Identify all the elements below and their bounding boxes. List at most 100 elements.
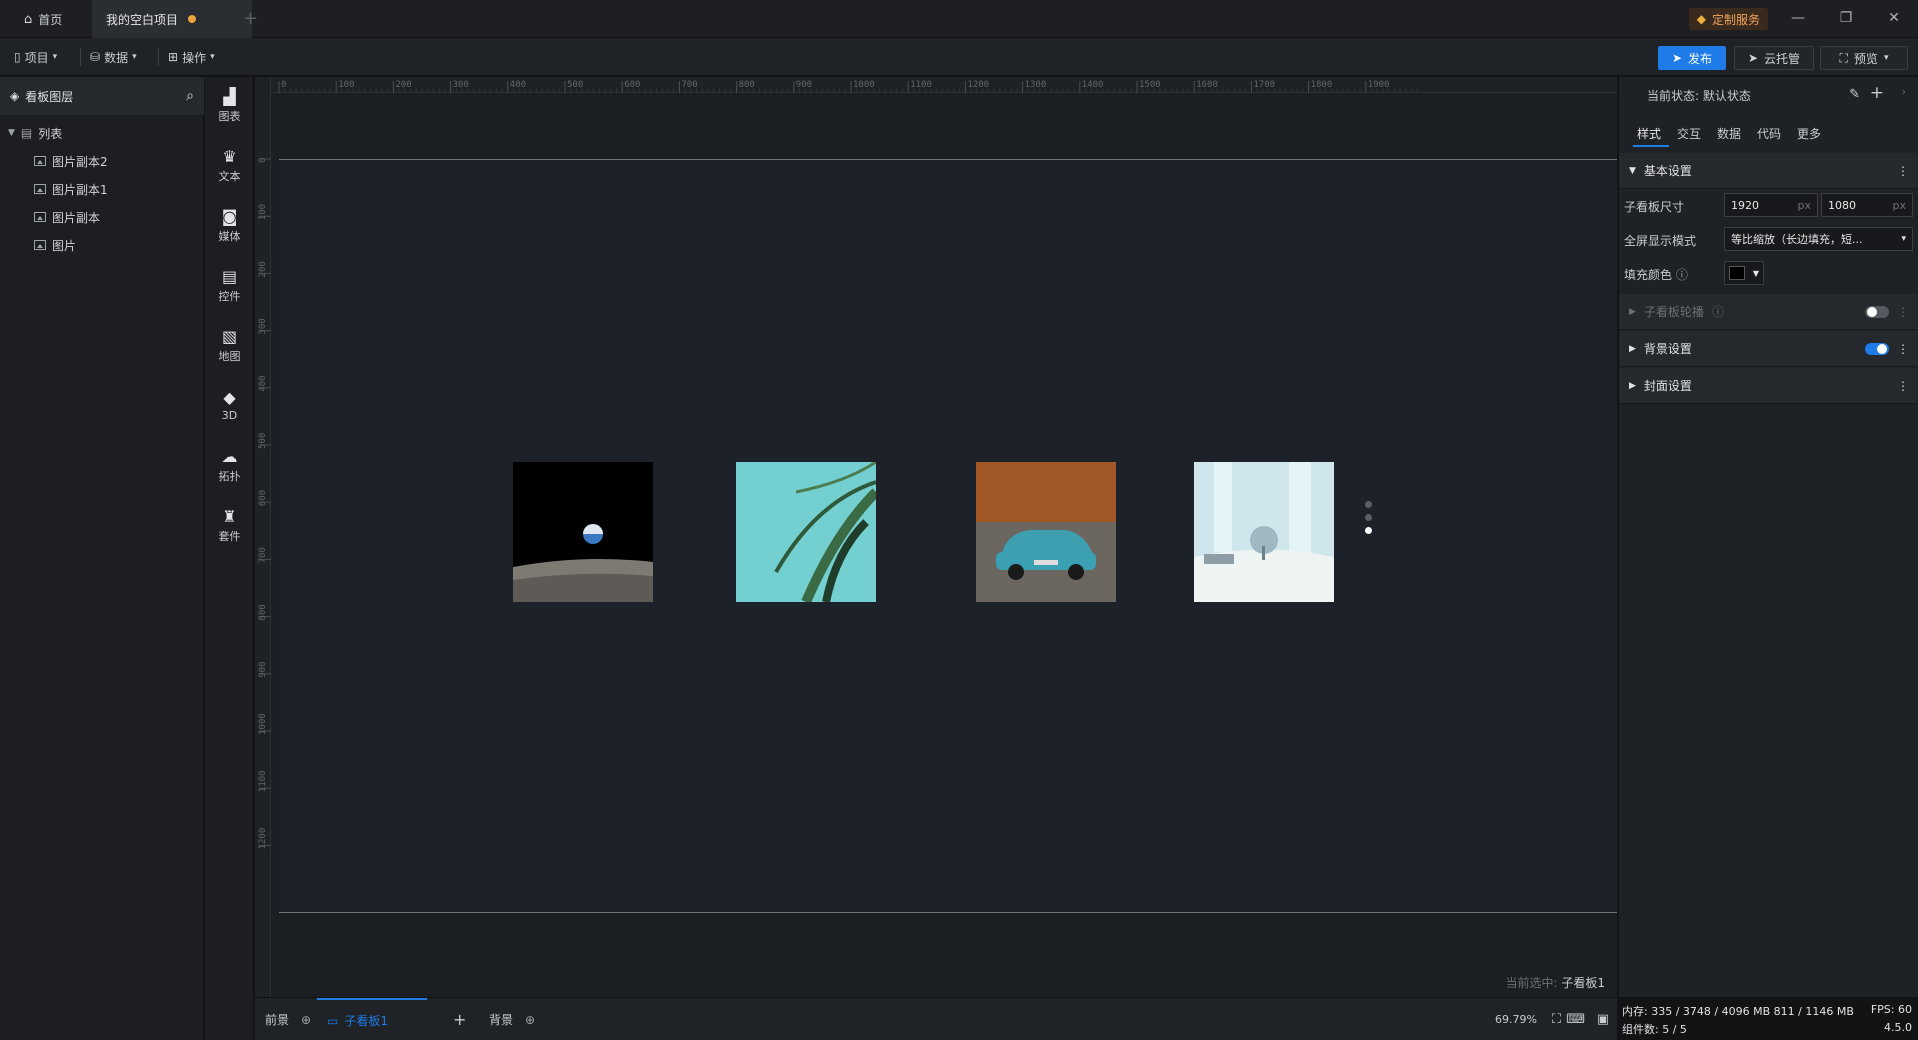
ruler-tick-label: 1300 xyxy=(1025,80,1047,90)
restore-button[interactable]: ❐ xyxy=(1826,6,1866,30)
current-selection-label: 当前选中: xyxy=(1505,976,1558,990)
height-input[interactable]: 1080 px xyxy=(1821,193,1913,217)
add-subboard-button[interactable]: + xyxy=(453,998,466,1040)
keyboard-icon[interactable]: ⌨ xyxy=(1566,998,1585,1040)
carousel-toggle[interactable] xyxy=(1865,305,1889,318)
tab-data[interactable]: 数据 xyxy=(1717,125,1741,142)
background-toggle[interactable] xyxy=(1865,342,1889,355)
more-vertical-icon[interactable]: ⋮ xyxy=(1897,379,1909,393)
component-chart[interactable]: ▟ 图表 xyxy=(205,77,254,135)
component-label: 地图 xyxy=(218,349,241,363)
layer-item[interactable]: 图片 xyxy=(0,231,204,259)
fill-color-label-text: 填充颜色 xyxy=(1624,268,1673,282)
monitor-icon: ▭ xyxy=(327,1013,339,1028)
ruler-tick-label: 1200 xyxy=(258,828,268,850)
section-subboard-carousel[interactable]: ▶ 子看板轮播 ⓘ ⋮ xyxy=(1619,294,1918,330)
terminal-icon[interactable]: ▣ xyxy=(1597,998,1609,1040)
width-input[interactable]: 1920 px xyxy=(1724,193,1818,217)
add-circle-icon[interactable]: ⊕ xyxy=(525,1013,535,1027)
menu-data[interactable]: ⛁ 数据 ▾ xyxy=(90,46,137,68)
ruler-tick-label: 1200 xyxy=(967,80,989,90)
more-vertical-icon[interactable]: ⋮ xyxy=(1897,342,1909,356)
carousel-dot[interactable] xyxy=(1365,501,1372,508)
menu-project[interactable]: ▯ 项目 ▾ xyxy=(14,46,57,68)
menu-operation-label: 操作 xyxy=(182,50,207,65)
subboard-area[interactable] xyxy=(279,159,1617,913)
custom-service-button[interactable]: ◆ 定制服务 xyxy=(1688,8,1768,30)
fit-screen-icon[interactable]: ⛶ xyxy=(1552,998,1561,1040)
more-vertical-icon[interactable]: ⋮ xyxy=(1897,305,1909,319)
layer-item[interactable]: 图片副本2 xyxy=(0,147,204,175)
image-car[interactable] xyxy=(976,462,1116,602)
fullscreen-mode-select[interactable]: 等比缩放（长边填充，短... ▾ xyxy=(1724,227,1913,251)
more-vertical-icon[interactable]: ⋮ xyxy=(1897,164,1909,178)
minimize-button[interactable]: — xyxy=(1778,6,1818,30)
menu-operation[interactable]: ⊞ 操作 ▾ xyxy=(168,46,215,68)
component-media[interactable]: ◙ 媒体 xyxy=(205,197,254,255)
add-circle-icon[interactable]: ⊕ xyxy=(301,1013,311,1027)
preview-button[interactable]: ⛶ 预览 ▾ xyxy=(1820,46,1908,70)
tab-code[interactable]: 代码 xyxy=(1757,125,1781,142)
component-count-label: 组件数: xyxy=(1622,1023,1659,1036)
section-cover-settings[interactable]: ▶ 封面设置 ⋮ xyxy=(1619,368,1918,404)
component-3d[interactable]: ◆ 3D xyxy=(205,377,254,435)
unsaved-indicator xyxy=(188,15,197,23)
component-text[interactable]: ♛ 文本 xyxy=(205,137,254,195)
fps-value: 60 xyxy=(1898,1003,1912,1016)
tab-home[interactable]: ⌂ 首页 xyxy=(10,0,90,38)
chevron-right-icon[interactable]: › xyxy=(1902,85,1906,98)
tab-interaction-label: 交互 xyxy=(1677,127,1702,141)
cloud-hosting-button[interactable]: ➤ 云托管 xyxy=(1734,46,1814,70)
layer-item-label: 图片副本2 xyxy=(52,154,108,169)
menu-data-label: 数据 xyxy=(104,50,129,65)
tab-more[interactable]: 更多 xyxy=(1797,125,1821,142)
component-control[interactable]: ▤ 控件 xyxy=(205,257,254,315)
fill-color-picker[interactable]: ▼ xyxy=(1724,261,1764,285)
grid-icon: ⊞ xyxy=(168,50,179,64)
section-basic-settings[interactable]: ▼ 基本设置 ⋮ xyxy=(1619,153,1918,189)
help-icon[interactable]: ⓘ xyxy=(1712,303,1857,320)
component-topology[interactable]: ☁ 拓扑 xyxy=(205,437,254,495)
help-icon[interactable]: ⓘ xyxy=(1676,268,1688,282)
current-state: 当前状态: 默认状态 xyxy=(1647,87,1751,104)
carousel-dot[interactable] xyxy=(1365,514,1372,521)
component-label: 3D xyxy=(221,409,238,422)
layer-panel-title: 看板图层 xyxy=(25,89,74,104)
tab-project[interactable]: 我的空白项目 xyxy=(92,0,252,38)
current-state-label: 当前状态: xyxy=(1647,89,1700,103)
search-icon[interactable]: ⌕ xyxy=(186,88,194,104)
text-icon: ♛ xyxy=(222,146,237,166)
layer-item[interactable]: 图片副本1 xyxy=(0,175,204,203)
close-button[interactable]: ✕ xyxy=(1874,6,1914,30)
zoom-level[interactable]: 69.79% xyxy=(1495,998,1537,1040)
image-palm[interactable] xyxy=(736,462,876,602)
section-background-settings[interactable]: ▶ 背景设置 ⋮ xyxy=(1619,331,1918,367)
image-snow[interactable] xyxy=(1194,462,1334,602)
publish-button[interactable]: ➤ 发布 xyxy=(1658,46,1726,70)
layer-item[interactable]: 图片副本 xyxy=(0,203,204,231)
add-tab-button[interactable]: + xyxy=(243,8,258,29)
tab-interaction[interactable]: 交互 xyxy=(1677,125,1701,142)
home-icon: ⌂ xyxy=(24,11,33,27)
section-carousel-label: 子看板轮播 xyxy=(1643,305,1704,319)
tab-foreground[interactable]: 前景 ⊕ xyxy=(265,998,311,1040)
database-icon: ⛁ xyxy=(90,50,101,64)
control-icon: ▤ xyxy=(221,266,238,286)
map-icon: ▧ xyxy=(221,326,238,346)
component-map[interactable]: ▧ 地图 xyxy=(205,317,254,375)
canvas[interactable]: 0 100 200 300 400 500 600 700 800 900 1000 1100 1200… xyxy=(255,77,1617,997)
image-earthrise[interactable] xyxy=(513,462,653,602)
tab-background[interactable]: 背景 ⊕ xyxy=(489,998,535,1040)
layer-panel-header: ◈ 看板图层 ⌕ xyxy=(0,77,204,115)
add-state-button[interactable]: + xyxy=(1870,83,1884,103)
layer-group-list[interactable]: ▼ ▤ 列表 xyxy=(0,119,204,147)
component-kit[interactable]: ♜ 套件 xyxy=(205,497,254,555)
layer-item-label: 图片 xyxy=(52,238,77,253)
chevron-down-icon: ▾ xyxy=(210,52,215,62)
edit-icon[interactable]: ✎ xyxy=(1849,87,1860,102)
tab-subboard[interactable]: ▭ 子看板1 xyxy=(317,998,427,1040)
carousel-dot[interactable] xyxy=(1365,527,1372,534)
memory-label: 内存: xyxy=(1622,1005,1648,1018)
tab-style[interactable]: 样式 xyxy=(1637,125,1661,142)
ruler-tick-label: 300 xyxy=(453,80,469,90)
